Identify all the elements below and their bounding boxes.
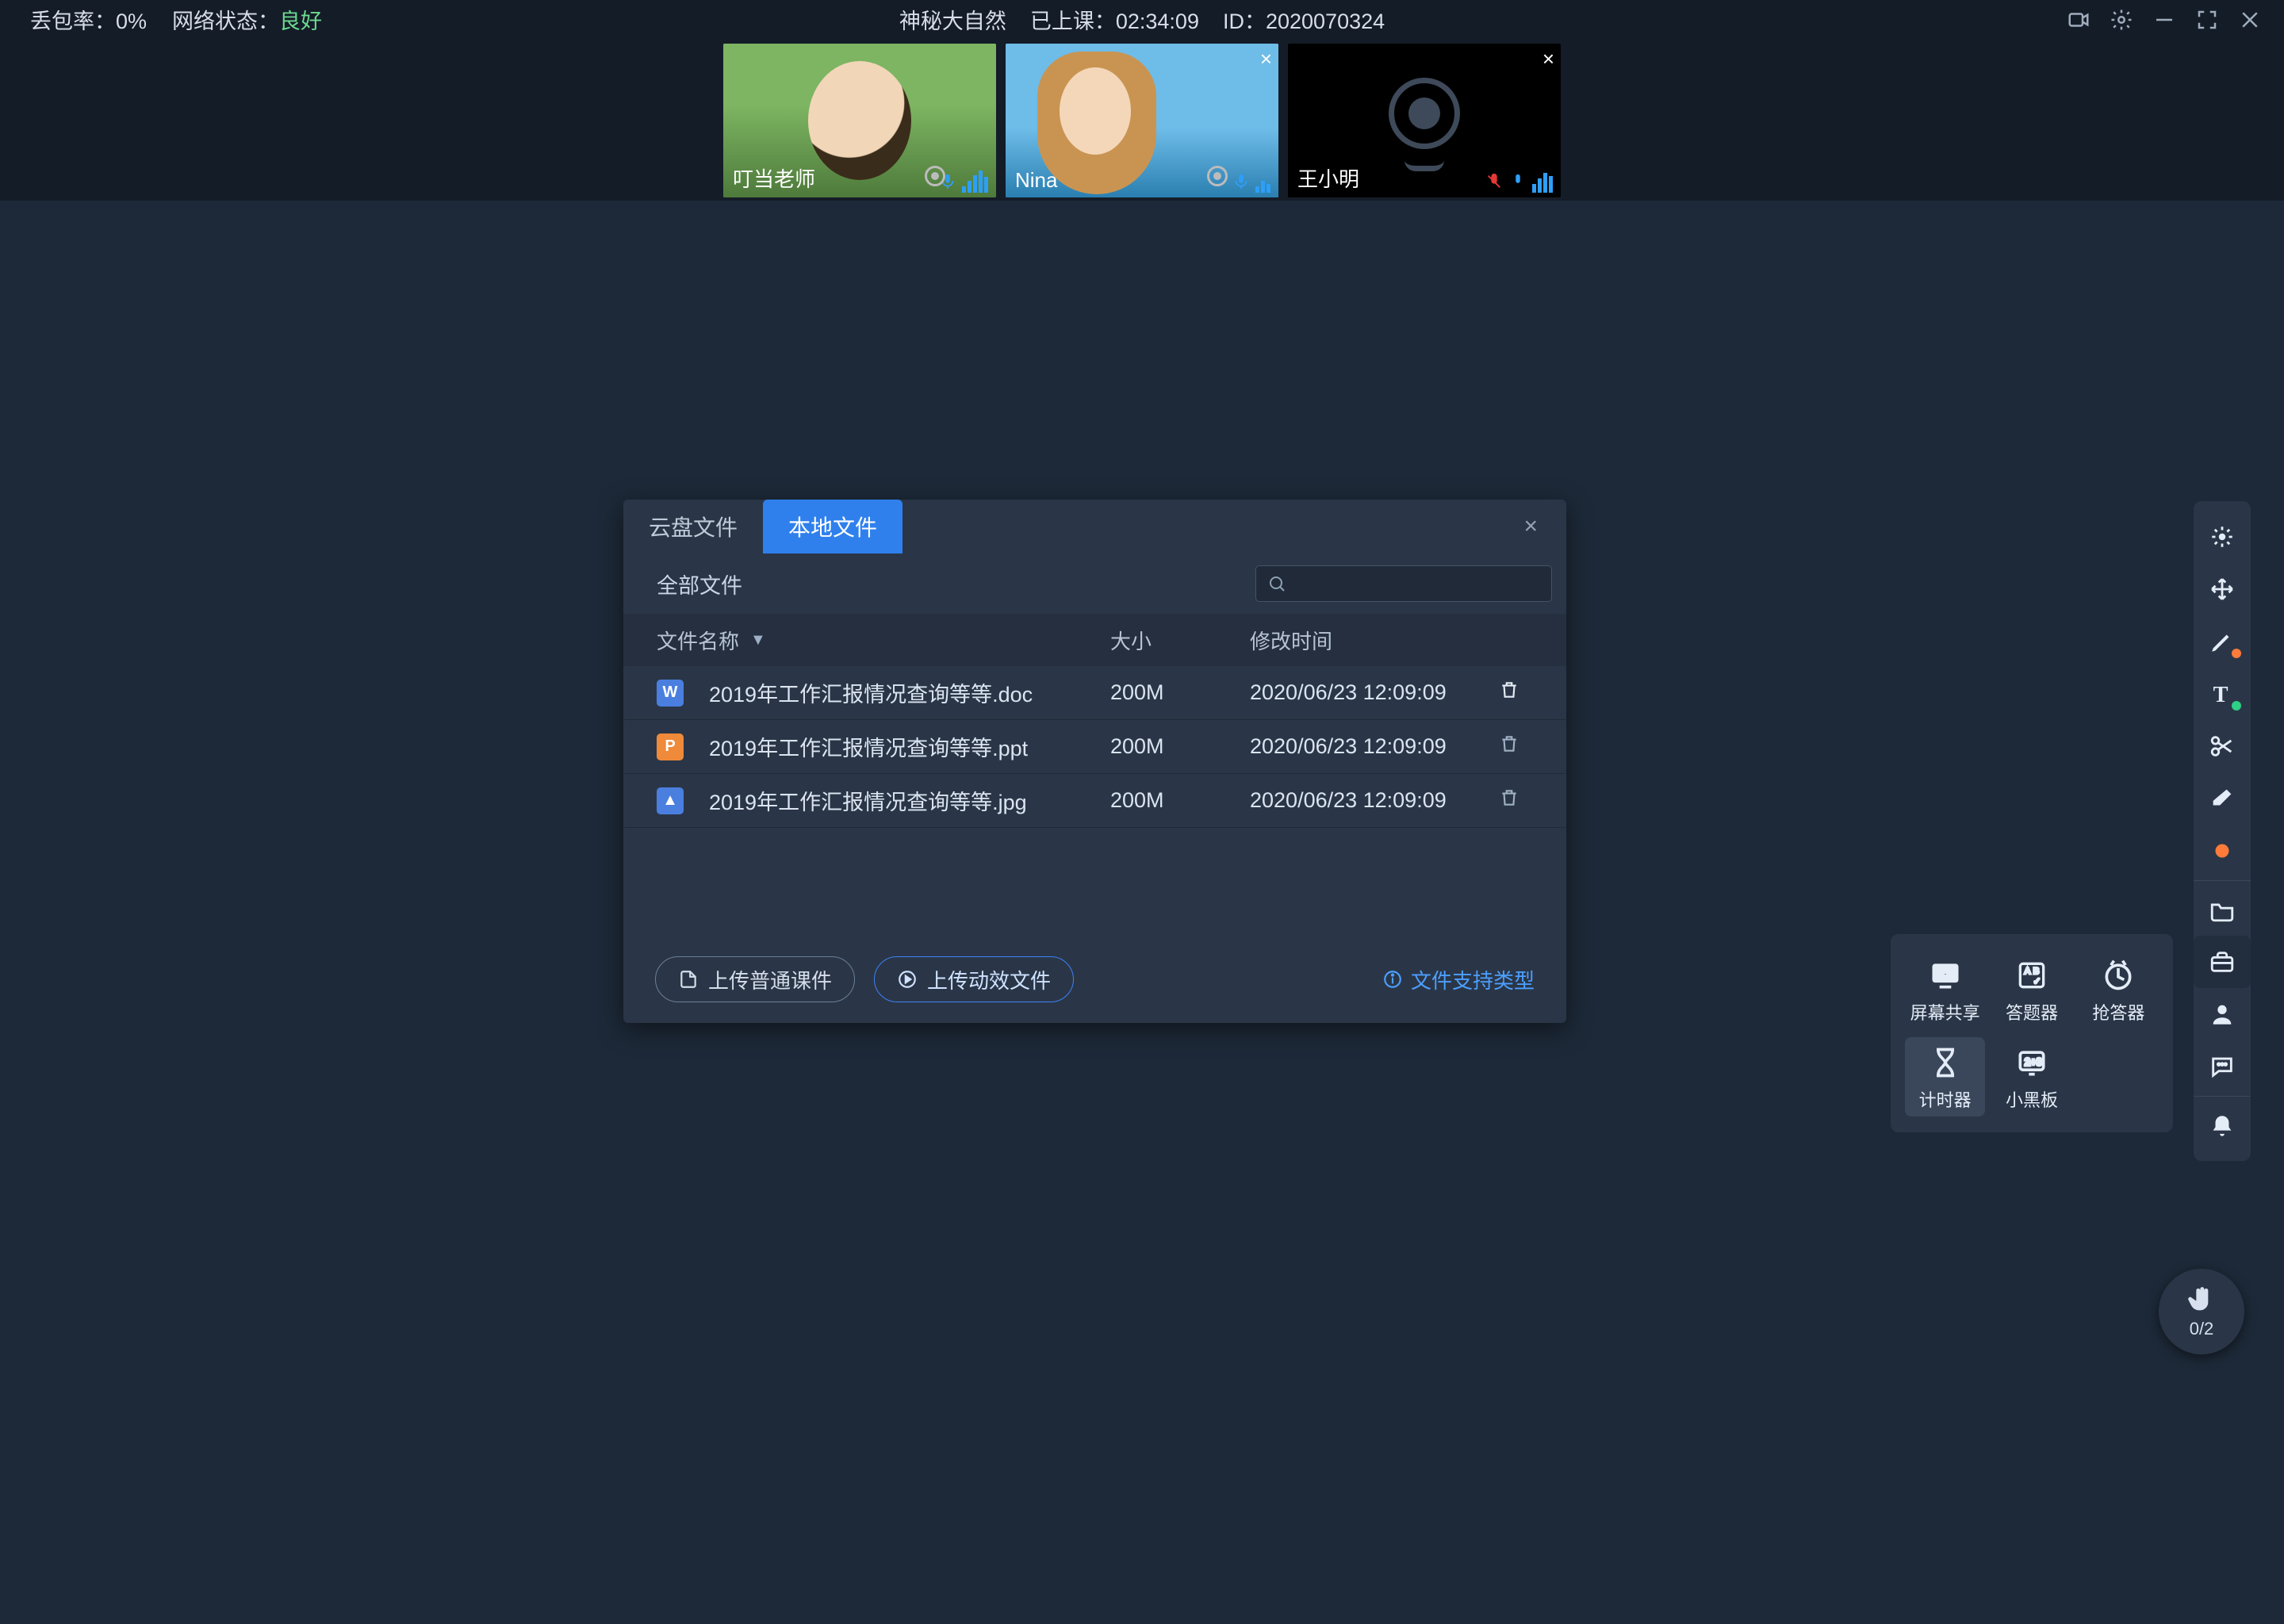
camera-status-icon <box>1207 166 1228 186</box>
delete-icon[interactable] <box>1499 735 1519 759</box>
tool-scissors[interactable] <box>2194 720 2251 772</box>
tool-laser[interactable] <box>2194 511 2251 563</box>
file-name: 2019年工作汇报情况查询等等.jpg <box>709 785 1027 816</box>
mic-icon <box>1232 172 1251 191</box>
elapsed-time: 已上课：02:34:09 <box>1030 4 1199 35</box>
table-row[interactable]: W 2019年工作汇报情况查询等等.doc 200M2020/06/23 12:09… <box>623 666 1566 720</box>
file-type-icon: ▲ <box>657 787 684 814</box>
popup-mini-board[interactable]: 2+3 小黑板 <box>1991 1037 2071 1116</box>
participant-name: Nina <box>1015 168 1057 193</box>
network-status: 网络状态：良好 <box>172 4 322 35</box>
video-tile[interactable]: × Nina <box>1006 44 1278 197</box>
file-name: 2019年工作汇报情况查询等等.ppt <box>709 731 1028 762</box>
blackboard-icon: 2+3 <box>2014 1045 2049 1080</box>
info-icon <box>1382 969 1403 990</box>
video-strip: 叮当老师 × Nina × 王小明 <box>0 39 2284 201</box>
delete-icon[interactable] <box>1499 681 1519 705</box>
tool-folder[interactable] <box>2194 880 2251 936</box>
popup-timer[interactable]: 计时器 <box>1905 1037 1985 1116</box>
file-types-info-link[interactable]: 文件支持类型 <box>1382 965 1535 994</box>
popup-quiz[interactable]: AB✓ 答题器 <box>1991 950 2071 1029</box>
table-row[interactable]: ▲ 2019年工作汇报情况查询等等.jpg 200M2020/06/23 12:09… <box>623 774 1566 828</box>
hourglass-icon <box>1928 1045 1963 1080</box>
right-toolbar: T <box>2194 501 2251 1161</box>
col-size-header[interactable]: 大小 <box>1110 626 1250 655</box>
room-title: 神秘大自然 <box>899 4 1006 35</box>
audio-level <box>1532 170 1553 193</box>
tool-chat[interactable] <box>2194 1040 2251 1093</box>
upload-animated-button[interactable]: 上传动效文件 <box>874 956 1074 1002</box>
tab-local-files[interactable]: 本地文件 <box>763 500 902 553</box>
camera-switch-icon[interactable] <box>2067 8 2090 32</box>
participant-name: 王小明 <box>1297 163 1359 193</box>
tool-users[interactable] <box>2194 988 2251 1040</box>
svg-text:B: B <box>2033 967 2039 976</box>
svg-text:2+3: 2+3 <box>2025 1056 2042 1068</box>
mic-icon <box>1508 172 1527 191</box>
audio-level <box>962 170 988 193</box>
file-size: 200M <box>1110 734 1250 759</box>
search-input[interactable] <box>1255 565 1552 602</box>
settings-icon[interactable] <box>2110 8 2133 32</box>
table-header: 文件名称▼ 大小 修改时间 <box>623 614 1566 666</box>
close-video-icon[interactable]: × <box>1542 47 1554 71</box>
toolbox-popup: 屏幕共享 AB✓ 答题器 抢答器 计时器 2+3 小黑板 <box>1891 934 2173 1132</box>
participant-name: 叮当老师 <box>733 163 815 193</box>
tool-bell[interactable] <box>2194 1096 2251 1151</box>
col-date-header[interactable]: 修改时间 <box>1250 626 1485 655</box>
camera-off-icon <box>1389 78 1460 149</box>
col-name-header[interactable]: 文件名称▼ <box>657 626 1110 655</box>
tool-eraser[interactable] <box>2194 772 2251 825</box>
tool-pen[interactable] <box>2194 615 2251 668</box>
audio-level <box>1255 170 1270 193</box>
screen-share-icon <box>1928 958 1963 993</box>
file-date: 2020/06/23 12:09:09 <box>1250 788 1485 813</box>
file-date: 2020/06/23 12:09:09 <box>1250 734 1485 759</box>
file-size: 200M <box>1110 788 1250 813</box>
sort-icon: ▼ <box>750 631 766 649</box>
svg-text:✓: ✓ <box>2033 977 2041 986</box>
hand-count: 0/2 <box>2190 1319 2214 1339</box>
file-date: 2020/06/23 12:09:09 <box>1250 680 1485 705</box>
hand-icon <box>2186 1284 2217 1316</box>
room-id: ID：2020070324 <box>1223 4 1385 35</box>
file-dialog: 云盘文件 本地文件 × 全部文件 文件名称▼ 大小 修改时间 W 2019年工作汇… <box>623 500 1566 1023</box>
dialog-close-icon[interactable]: × <box>1516 513 1546 540</box>
search-icon <box>1267 574 1286 593</box>
table-row[interactable]: P 2019年工作汇报情况查询等等.ppt 200M2020/06/23 12:09… <box>623 720 1566 774</box>
delete-icon[interactable] <box>1499 789 1519 813</box>
upload-normal-button[interactable]: 上传普通课件 <box>655 956 855 1002</box>
tool-color[interactable] <box>2194 825 2251 877</box>
filter-label[interactable]: 全部文件 <box>657 569 742 599</box>
mic-muted-icon <box>1485 172 1504 191</box>
file-size: 200M <box>1110 680 1250 705</box>
video-tile[interactable]: × 王小明 <box>1288 44 1561 197</box>
quiz-icon: AB✓ <box>2014 958 2049 993</box>
raise-hand-button[interactable]: 0/2 <box>2159 1269 2244 1354</box>
svg-text:A: A <box>2025 967 2031 976</box>
close-video-icon[interactable]: × <box>1260 47 1272 71</box>
tool-move[interactable] <box>2194 563 2251 615</box>
camera-status-icon <box>925 166 945 186</box>
play-circle-icon <box>897 969 918 990</box>
svg-text:T: T <box>2213 683 2228 707</box>
popup-buzzer[interactable]: 抢答器 <box>2079 950 2159 1029</box>
minimize-icon[interactable] <box>2152 8 2176 32</box>
top-bar: 丢包率：0% 网络状态：良好 神秘大自然 已上课：02:34:09 ID：202… <box>0 0 2284 39</box>
file-type-icon: P <box>657 733 684 760</box>
file-name: 2019年工作汇报情况查询等等.doc <box>709 677 1033 708</box>
file-type-icon: W <box>657 680 684 707</box>
popup-screen-share[interactable]: 屏幕共享 <box>1905 950 1985 1029</box>
tab-cloud-files[interactable]: 云盘文件 <box>623 500 763 553</box>
video-tile[interactable]: 叮当老师 <box>723 44 996 197</box>
tool-toolbox[interactable] <box>2194 936 2251 988</box>
close-icon[interactable] <box>2238 8 2262 32</box>
document-icon <box>678 969 699 990</box>
packet-loss: 丢包率：0% <box>30 4 147 35</box>
tool-text[interactable]: T <box>2194 668 2251 720</box>
buzzer-icon <box>2101 958 2136 993</box>
fullscreen-icon[interactable] <box>2195 8 2219 32</box>
